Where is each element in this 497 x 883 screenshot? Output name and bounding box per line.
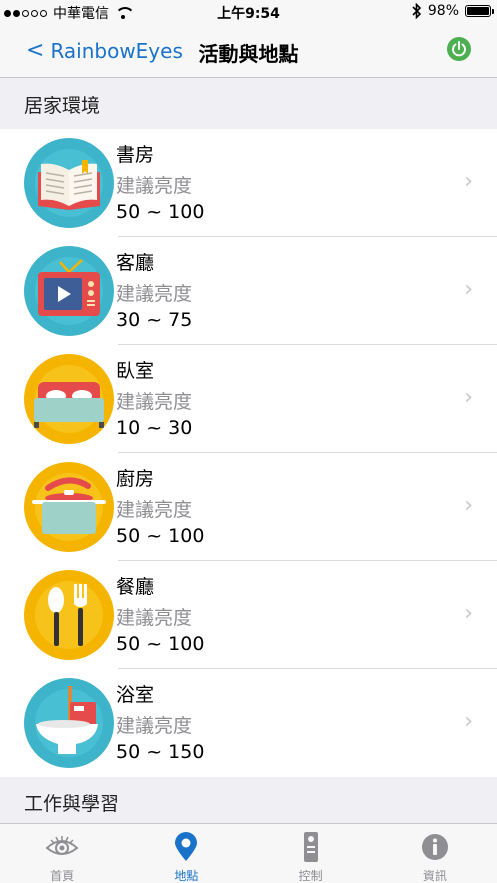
utensils-icon — [24, 570, 114, 660]
book-icon — [24, 138, 114, 228]
chevron-right-icon: › — [464, 709, 473, 734]
location-list: 書房 建議亮度 50 ~ 100 › 客廳 建議亮度 30 ~ 75 › 臥室 … — [0, 129, 497, 777]
list-item-range: 50 ~ 100 — [116, 201, 205, 223]
power-button[interactable] — [447, 37, 471, 61]
list-item-range: 30 ~ 75 — [116, 309, 193, 331]
chevron-right-icon: › — [464, 277, 473, 302]
bed-icon — [24, 354, 114, 444]
list-item-range: 50 ~ 100 — [116, 525, 205, 547]
list-item-title: 書房 — [116, 144, 155, 166]
chevron-right-icon: › — [464, 601, 473, 626]
list-item[interactable]: 臥室 建議亮度 10 ~ 30 › — [0, 345, 497, 453]
list-item-title: 餐廳 — [116, 576, 155, 598]
section-header: 工作與學習 — [0, 777, 497, 827]
info-icon — [421, 834, 448, 860]
list-item-title: 浴室 — [116, 684, 155, 706]
status-right: 98% — [412, 3, 494, 19]
section-title: 居家環境 — [24, 95, 101, 117]
tab-label: 控制 — [298, 869, 323, 883]
list-item-subtitle: 建議亮度 — [116, 391, 193, 413]
list-item-subtitle: 建議亮度 — [116, 175, 193, 197]
list-item-range: 50 ~ 150 — [116, 741, 205, 763]
section-header: 居家環境 — [0, 79, 497, 129]
tab-bar: 首頁 地點 控制 資訊 — [0, 823, 497, 883]
chevron-right-icon: › — [464, 385, 473, 410]
tab-control[interactable]: 控制 — [249, 824, 373, 883]
list-item-title: 客廳 — [116, 252, 155, 274]
location-pin-icon — [175, 832, 198, 861]
list-item-range: 10 ~ 30 — [116, 417, 193, 439]
list-item[interactable]: 廚房 建議亮度 50 ~ 100 › — [0, 453, 497, 561]
status-bar: 中華電信 上午9:54 98% — [0, 0, 497, 24]
list-item-title: 廚房 — [116, 468, 155, 490]
tab-home[interactable]: 首頁 — [0, 824, 124, 883]
tv-icon — [24, 246, 114, 336]
chevron-right-icon: › — [464, 169, 473, 194]
screen: 中華電信 上午9:54 98% < RainbowEyes 活動與地點 居家環境 — [0, 0, 497, 883]
eye-icon — [45, 836, 79, 855]
list-item-title: 臥室 — [116, 360, 155, 382]
chevron-right-icon: › — [464, 493, 473, 518]
list-item[interactable]: 客廳 建議亮度 30 ~ 75 › — [0, 237, 497, 345]
battery-percent: 98% — [427, 3, 459, 19]
tab-label: 首頁 — [50, 869, 75, 883]
list-item[interactable]: 浴室 建議亮度 50 ~ 150 › — [0, 669, 497, 777]
list-item[interactable]: 書房 建議亮度 50 ~ 100 › — [0, 129, 497, 237]
list-item-subtitle: 建議亮度 — [116, 499, 193, 521]
power-icon — [452, 41, 466, 57]
navigation-bar: < RainbowEyes 活動與地點 — [0, 24, 497, 78]
list-item-subtitle: 建議亮度 — [116, 715, 193, 737]
page-title: 活動與地點 — [198, 42, 299, 66]
battery-level-fill — [467, 7, 489, 15]
bluetooth-icon — [412, 3, 422, 19]
list-item[interactable]: 餐廳 建議亮度 50 ~ 100 › — [0, 561, 497, 669]
remote-control-icon — [303, 832, 318, 862]
list-item-subtitle: 建議亮度 — [116, 283, 193, 305]
toilet-icon — [24, 678, 114, 768]
pot-icon — [24, 462, 114, 552]
tab-label: 資訊 — [422, 869, 447, 883]
section-title: 工作與學習 — [24, 793, 120, 815]
tab-label: 地點 — [174, 869, 199, 883]
battery-icon — [465, 5, 494, 17]
tab-info[interactable]: 資訊 — [373, 824, 497, 883]
list-item-subtitle: 建議亮度 — [116, 607, 193, 629]
list-item-range: 50 ~ 100 — [116, 633, 205, 655]
tab-location[interactable]: 地點 — [124, 824, 248, 883]
